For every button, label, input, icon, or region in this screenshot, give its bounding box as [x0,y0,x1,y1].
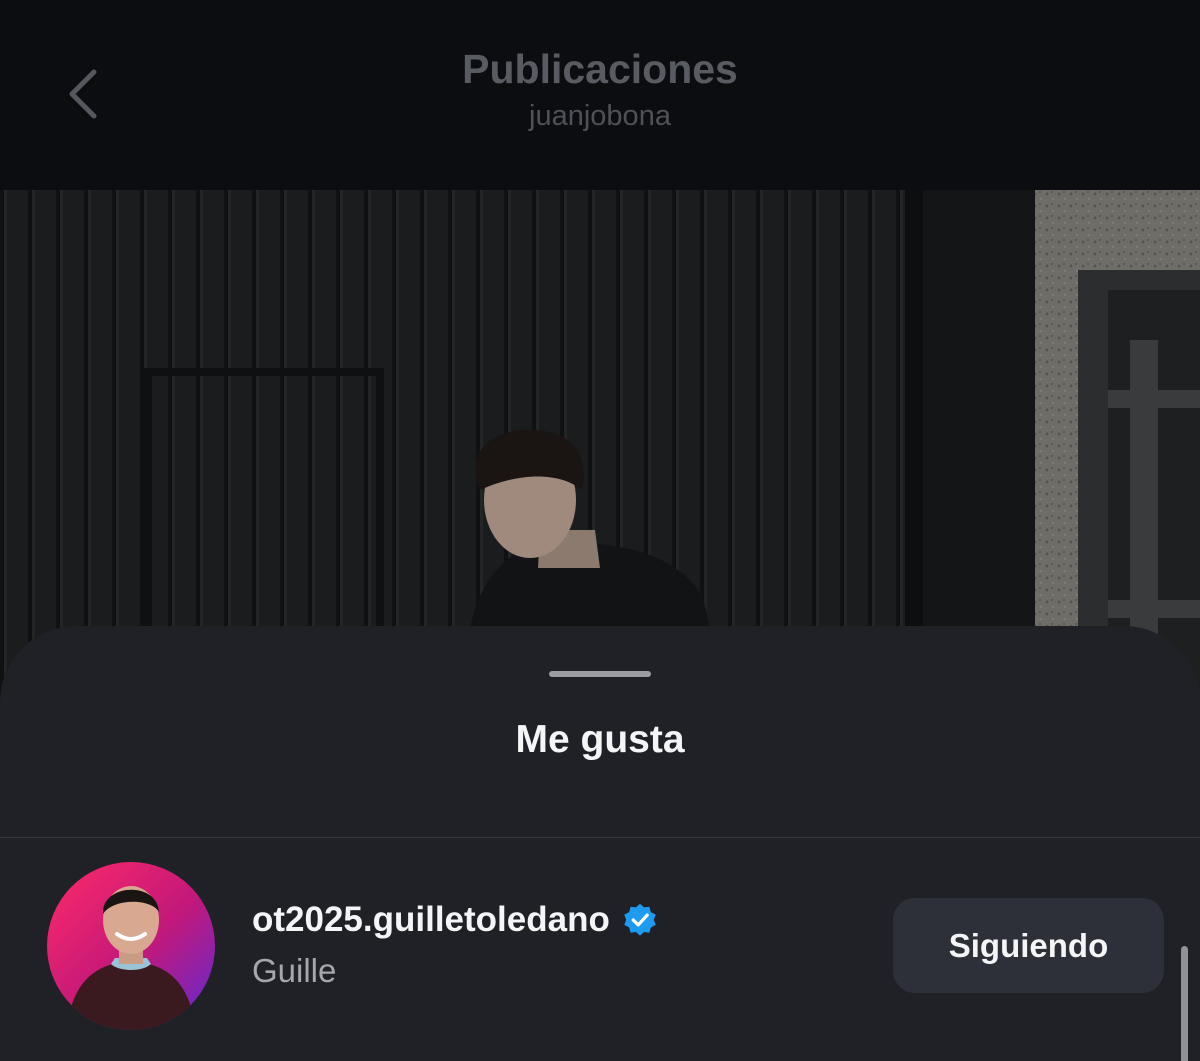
like-list-item[interactable]: ot2025.guilletoledano Guille Siguiendo [0,838,1200,1061]
username-line: ot2025.guilletoledano [252,900,658,940]
page-subtitle: juanjobona [529,100,671,132]
sheet-drag-handle[interactable] [549,671,651,677]
following-button[interactable]: Siguiendo [893,898,1164,993]
sheet-title: Me gusta [515,718,685,761]
likes-sheet: Me gusta ot2025.guilletoledano Guille Si… [0,626,1200,1061]
page-title: Publicaciones [462,46,738,92]
verified-badge-icon [624,903,656,936]
scrollbar[interactable] [1181,946,1188,1061]
full-name: Guille [252,952,337,989]
avatar[interactable] [47,862,215,1030]
top-header: Publicaciones juanjobona [0,0,1200,190]
username[interactable]: ot2025.guilletoledano [252,900,610,940]
likes-screen: Publicaciones juanjobona Me gusta ot2025… [0,0,1200,1061]
avatar-image [47,862,215,1030]
